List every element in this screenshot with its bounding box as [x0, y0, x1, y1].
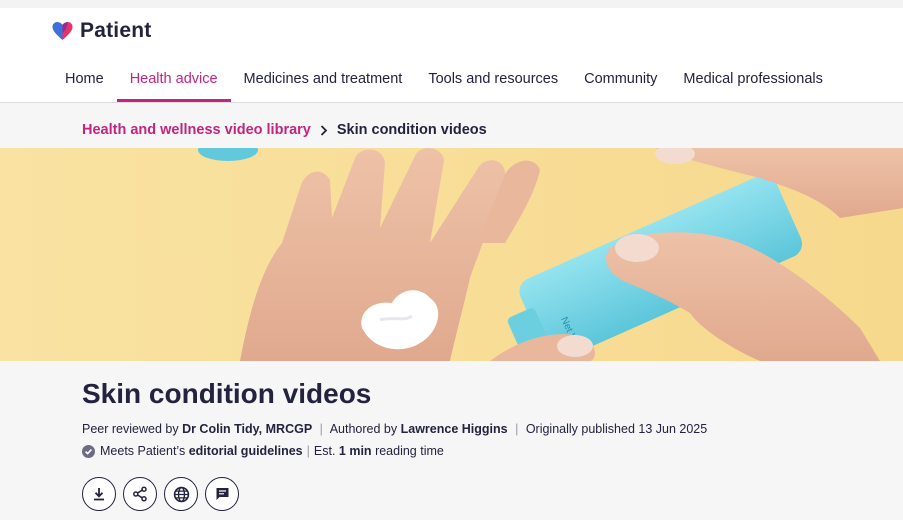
read-time: 1 min	[338, 444, 372, 458]
nav-tools[interactable]: Tools and resources	[415, 60, 571, 102]
download-button[interactable]	[82, 477, 116, 511]
breadcrumb: Health and wellness video library Skin c…	[82, 122, 487, 138]
author-prefix: Authored by	[329, 422, 398, 436]
site-header: Patient Home Health advice Medicines and…	[0, 8, 903, 103]
read-prefix: Est.	[313, 444, 336, 458]
brand-name: Patient	[80, 19, 152, 42]
peer-reviewer-link[interactable]: Dr Colin Tidy, MRCGP	[182, 422, 312, 436]
share-button[interactable]	[123, 477, 157, 511]
article-meta-2: Meets Patient’s editorial guidelines | E…	[82, 444, 444, 458]
comments-button[interactable]	[205, 477, 239, 511]
nav-home[interactable]: Home	[52, 60, 117, 102]
chevron-right-icon	[320, 124, 328, 136]
download-icon	[94, 488, 104, 501]
published-date: Originally published 13 Jun 2025	[525, 422, 708, 436]
heart-logo-icon	[52, 22, 73, 40]
author-link[interactable]: Lawrence Higgins	[401, 422, 508, 436]
breadcrumb-parent-link[interactable]: Health and wellness video library	[82, 122, 311, 138]
article-meta: Peer reviewed by Dr Colin Tidy, MRCGP | …	[82, 422, 708, 436]
top-strip	[0, 0, 903, 8]
guidelines-prefix: Meets Patient’s	[100, 444, 186, 458]
globe-icon	[173, 486, 189, 502]
verified-check-icon	[82, 444, 95, 458]
nav-medical-professionals[interactable]: Medical professionals	[670, 60, 835, 102]
read-suffix: reading time	[375, 444, 444, 458]
editorial-guidelines-link[interactable]: editorial guidelines	[189, 444, 303, 458]
patient-logo[interactable]: Patient	[50, 19, 151, 43]
comment-icon	[216, 488, 228, 500]
page-title: Skin condition videos	[82, 378, 372, 409]
peer-prefix: Peer reviewed by	[82, 422, 179, 436]
nav-medicines[interactable]: Medicines and treatment	[231, 60, 416, 102]
share-icon	[133, 486, 147, 502]
nav-community[interactable]: Community	[571, 60, 670, 102]
article-actions	[82, 477, 239, 511]
language-button[interactable]	[164, 477, 198, 511]
hero-image: Net Wt. 1.06 oz (30g)	[0, 148, 903, 361]
main-nav: Home Health advice Medicines and treatme…	[52, 60, 836, 102]
breadcrumb-current: Skin condition videos	[336, 122, 487, 138]
nav-health-advice[interactable]: Health advice	[116, 60, 231, 102]
